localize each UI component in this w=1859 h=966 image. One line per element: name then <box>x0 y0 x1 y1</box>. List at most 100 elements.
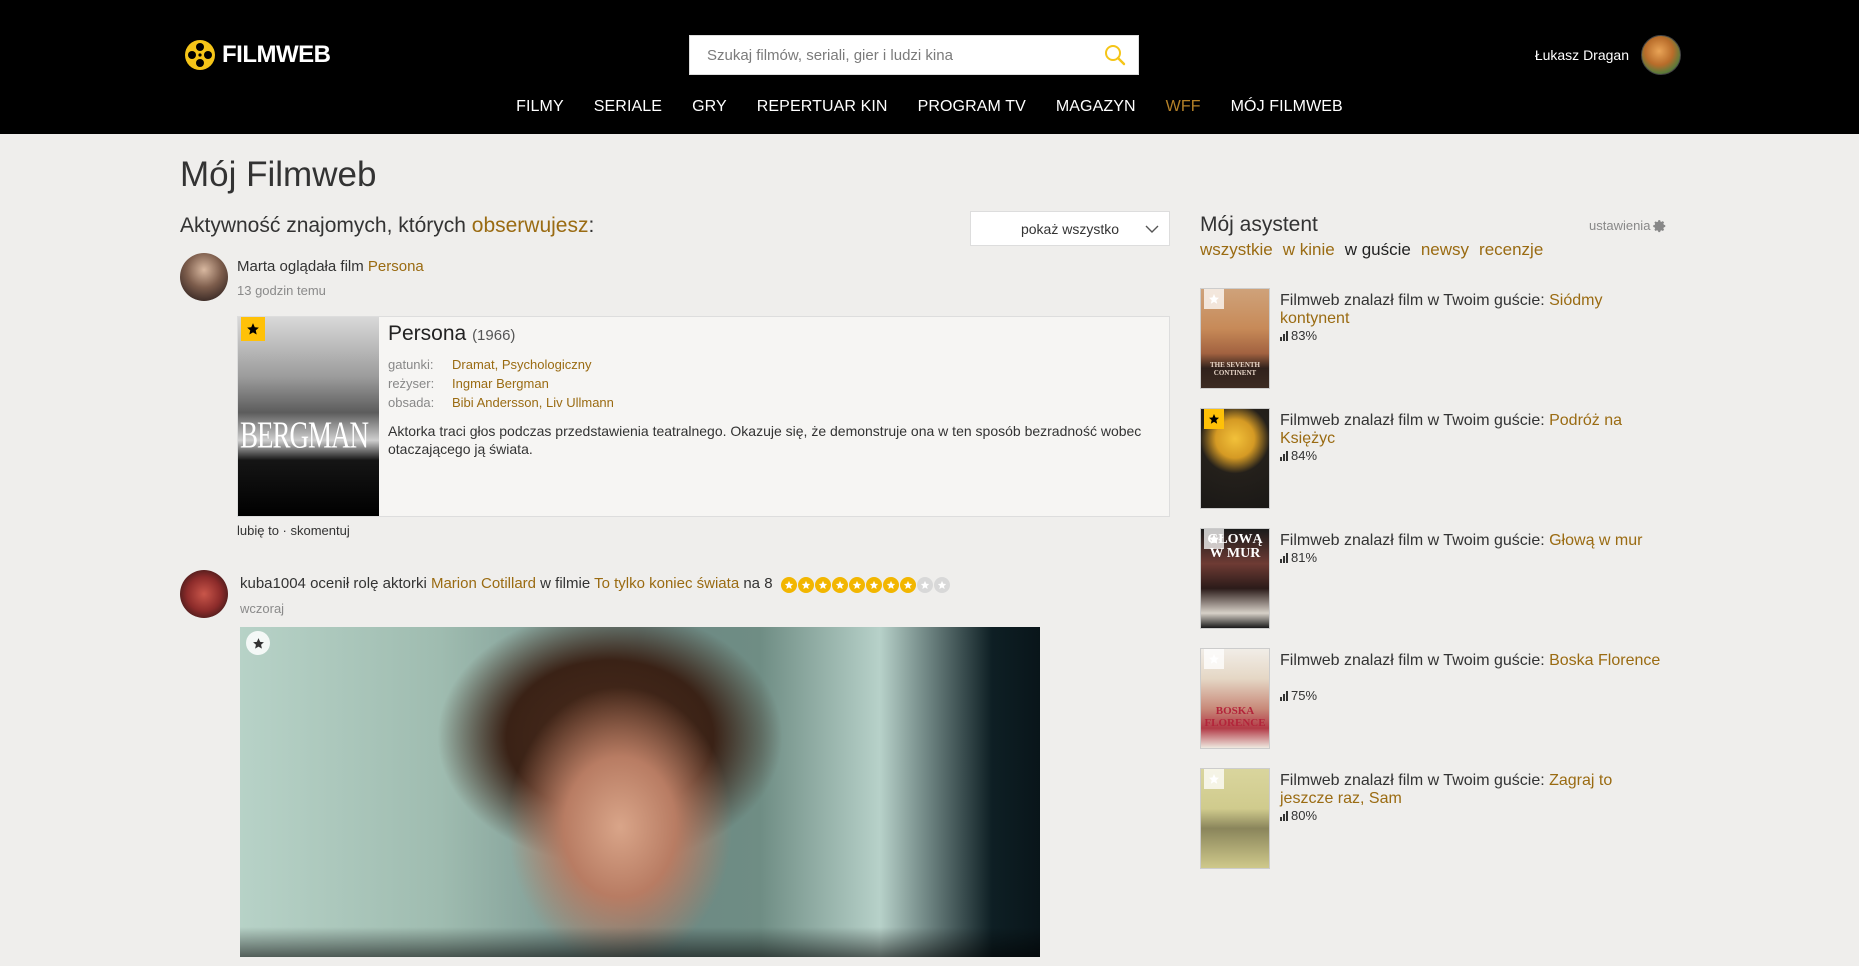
page-title: Mój Filmweb <box>180 155 377 194</box>
poster-text: BERGMAN <box>240 413 369 456</box>
match-percent: 81% <box>1291 550 1318 565</box>
feed-filter-select[interactable]: pokaż wszystko <box>970 211 1170 246</box>
match-bars-icon <box>1280 690 1288 701</box>
rating-star-icon <box>797 577 814 593</box>
rating-stars <box>780 577 950 593</box>
logo-text: FILMWEB <box>222 41 331 68</box>
tab-wszystkie[interactable]: wszystkie <box>1200 240 1273 260</box>
rec-text: Filmweb znalazł film w Twoim guście: Gło… <box>1280 532 1670 550</box>
filter-value: pokaż wszystko <box>1020 220 1120 237</box>
rec-title-link[interactable]: Głową w mur <box>1549 532 1642 549</box>
actor-link[interactable]: Marion Cotillard <box>431 575 536 592</box>
nav-repertuar-kin[interactable]: REPERTUAR KIN <box>757 98 888 116</box>
match-bars-icon <box>1280 330 1288 341</box>
poster-text: BOSKA FLORENCE <box>1204 705 1266 729</box>
user-avatar[interactable] <box>1641 35 1681 75</box>
friend-avatar-marta[interactable] <box>180 253 228 301</box>
rating-star-icon <box>814 577 831 593</box>
following-link[interactable]: obserwujesz <box>472 214 589 237</box>
feed-film-link[interactable]: Persona <box>368 258 424 275</box>
star-icon <box>1209 534 1219 544</box>
rec-poster[interactable]: GŁOWĄ W MUR <box>1200 528 1270 629</box>
feed-user[interactable]: Marta <box>237 258 275 275</box>
recommendation-item: Filmweb znalazł film w Twoim guście: Pod… <box>1200 408 1670 510</box>
rec-poster[interactable] <box>1200 768 1270 869</box>
rating-star-icon <box>848 577 865 593</box>
rec-poster[interactable]: BOSKA FLORENCE <box>1200 648 1270 749</box>
comma: , <box>494 357 502 372</box>
search-box <box>689 35 1139 75</box>
genres-label: gatunki: <box>388 357 434 372</box>
match-bars-icon <box>1280 810 1288 821</box>
feed-time: 13 godzin temu <box>237 283 326 298</box>
tab-newsy[interactable]: newsy <box>1421 240 1469 260</box>
poster-text: THE SEVENTH CONTINENT <box>1210 361 1260 377</box>
settings-label[interactable]: ustawienia <box>1589 218 1650 233</box>
feed-action: ocenił rolę aktorki <box>305 575 431 592</box>
assistant-settings[interactable]: ustawienia <box>1589 218 1667 233</box>
star-icon <box>1209 414 1219 424</box>
film-title[interactable]: Persona (1966) <box>388 322 515 346</box>
activity-header: Aktywność znajomych, których obserwujesz… <box>180 214 594 238</box>
film-title-text[interactable]: Persona <box>388 322 466 345</box>
add-to-wanted-button[interactable] <box>1204 529 1224 549</box>
comment-link[interactable]: skomentuj <box>290 523 349 538</box>
genre-link[interactable]: Psychologiczny <box>502 357 592 372</box>
rec-score: 81% <box>1280 550 1317 565</box>
add-to-wanted-button[interactable] <box>241 317 265 341</box>
add-to-wanted-button[interactable] <box>1204 409 1224 429</box>
film-year: (1966) <box>472 327 516 344</box>
film-description: Aktorka traci głos podczas przedstawieni… <box>388 423 1142 457</box>
nav-seriale[interactable]: SERIALE <box>594 98 662 116</box>
feed-action: oglądała film <box>275 258 368 275</box>
film-poster[interactable]: BERGMAN <box>238 317 379 516</box>
add-to-wanted-button[interactable] <box>1204 289 1224 309</box>
rating-star-icon <box>780 577 797 593</box>
user-name[interactable]: Łukasz Dragan <box>1535 47 1629 63</box>
rating-prefix: na 8 <box>739 575 773 592</box>
cast-link[interactable]: Bibi Andersson <box>452 395 539 410</box>
film-still-image[interactable] <box>240 627 1040 957</box>
tab-recenzje[interactable]: recenzje <box>1479 240 1543 260</box>
match-percent: 84% <box>1291 448 1318 463</box>
activity-prefix: Aktywność znajomych, których <box>180 214 472 237</box>
cast-link[interactable]: Liv Ullmann <box>546 395 614 410</box>
recommendation-item: GŁOWĄ W MUR Filmweb znalazł film w Twoim… <box>1200 528 1670 630</box>
friend-avatar-kuba1004[interactable] <box>180 570 228 618</box>
nav-magazyn[interactable]: MAGAZYN <box>1056 98 1136 116</box>
tab-w-guscie[interactable]: w guście <box>1345 240 1411 260</box>
feed-film-link[interactable]: To tylko koniec świata <box>594 575 739 592</box>
rec-poster[interactable]: THE SEVENTH CONTINENT <box>1200 288 1270 389</box>
nav-moj-filmweb[interactable]: MÓJ FILMWEB <box>1231 98 1343 116</box>
assistant-tabs: wszystkie w kinie w guście newsy recenzj… <box>1200 240 1543 260</box>
recommendation-item: THE SEVENTH CONTINENT Filmweb znalazł fi… <box>1200 288 1670 390</box>
nav-gry[interactable]: GRY <box>692 98 727 116</box>
nav-wff[interactable]: WFF <box>1166 98 1201 116</box>
search-input[interactable] <box>690 36 1092 74</box>
top-header: FILMWEB Łukasz Dragan FILMY SERIALE GRY … <box>0 0 1859 134</box>
filmweb-logo[interactable]: FILMWEB <box>184 38 331 72</box>
search-button[interactable] <box>1092 36 1138 74</box>
genre-link[interactable]: Dramat <box>452 357 495 372</box>
assistant-title: Mój asystent <box>1200 213 1318 236</box>
film-reel-icon <box>185 40 215 70</box>
star-icon <box>247 323 259 335</box>
gear-icon <box>1653 219 1666 232</box>
rec-poster[interactable] <box>1200 408 1270 509</box>
director-link[interactable]: Ingmar Bergman <box>452 376 549 391</box>
rating-star-icon <box>899 577 916 593</box>
user-menu[interactable]: Łukasz Dragan <box>1535 35 1681 75</box>
nav-filmy[interactable]: FILMY <box>516 98 564 116</box>
add-to-wanted-button[interactable] <box>1204 649 1224 669</box>
rec-title-link[interactable]: Boska Florence <box>1549 652 1660 669</box>
separator: · <box>278 523 291 538</box>
rating-star-icon <box>916 577 933 593</box>
rating-star-icon <box>865 577 882 593</box>
add-to-wanted-button[interactable] <box>1204 769 1224 789</box>
nav-program-tv[interactable]: PROGRAM TV <box>918 98 1026 116</box>
tab-w-kinie[interactable]: w kinie <box>1283 240 1335 260</box>
like-link[interactable]: lubię to <box>237 523 279 538</box>
rating-star-icon <box>882 577 899 593</box>
add-to-wanted-button[interactable] <box>246 631 270 655</box>
feed-user[interactable]: kuba1004 <box>240 575 306 592</box>
